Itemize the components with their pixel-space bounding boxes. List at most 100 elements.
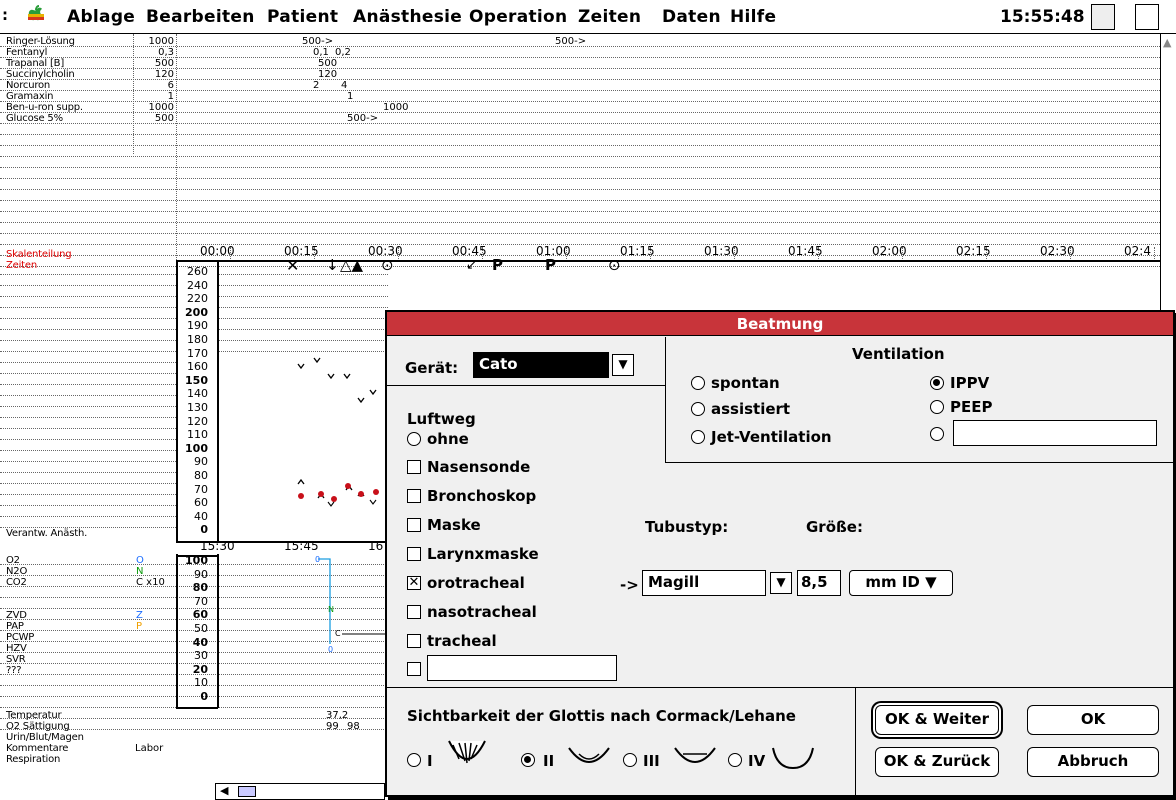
option-orotracheal[interactable]: orotracheal	[427, 574, 525, 592]
option-nasensonde[interactable]: Nasensonde	[427, 458, 530, 476]
checkbox-nasensonde[interactable]	[407, 460, 421, 474]
glottis-iv-label[interactable]: IV	[748, 752, 765, 770]
vitals-scale-value: 150	[185, 373, 208, 387]
intubation-marker: ✕	[286, 256, 300, 275]
menu-anaesthesie[interactable]: Anästhesie	[353, 7, 462, 27]
option-bronchoskop[interactable]: Bronchoskop	[427, 487, 536, 505]
menu-ablage[interactable]: Ablage	[67, 7, 135, 27]
radio-glottis-i[interactable]	[407, 753, 421, 767]
unit-popup[interactable]: mm ID ▼	[849, 570, 953, 596]
menu-separator: :	[2, 6, 9, 24]
verantw-label: Verantw. Anästh.	[6, 528, 88, 539]
balloon-help-icon[interactable]	[1135, 4, 1159, 30]
parameter-label: CO2	[6, 577, 27, 588]
option-peep[interactable]: PEEP	[950, 398, 992, 416]
parameter-label: N2O	[6, 566, 28, 577]
option-larynxmaske[interactable]: Larynxmaske	[427, 545, 539, 563]
checkbox-bronchoskop[interactable]	[407, 489, 421, 503]
circle-dot-marker: ⊙	[608, 256, 621, 274]
abbruch-button[interactable]: Abbruch	[1027, 747, 1159, 777]
parameter-key: C x10	[136, 577, 165, 588]
vitals-scale-value: 260	[187, 265, 208, 278]
glottis-label: Sichtbarkeit der Glottis nach Cormack/Le…	[407, 707, 796, 725]
menu-zeiten[interactable]: Zeiten	[578, 7, 641, 27]
option-ohne[interactable]: ohne	[427, 430, 469, 448]
parameter-label: PAP	[6, 621, 24, 632]
ok-weiter-button[interactable]: OK & Weiter	[875, 705, 999, 735]
radio-assistiert[interactable]	[691, 402, 705, 416]
tubustyp-label: Tubustyp:	[645, 518, 729, 536]
checkbox-other-luftweg[interactable]	[407, 662, 421, 676]
bottom-label: Temperatur	[6, 710, 62, 721]
glottis-i-label[interactable]: I	[427, 752, 433, 770]
ok-button[interactable]: OK	[1027, 705, 1159, 735]
lower-scale-value: 60	[192, 608, 208, 622]
svg-text:C: C	[335, 629, 341, 638]
radio-peep[interactable]	[930, 400, 944, 414]
p-marker: P	[492, 256, 503, 274]
radio-glottis-ii[interactable]	[521, 753, 535, 767]
scroll-left-arrow-icon[interactable]: ◀	[220, 784, 228, 797]
vitals-scale-value: 0	[200, 523, 208, 537]
radio-ohne[interactable]	[407, 432, 421, 446]
menu-hilfe[interactable]: Hilfe	[730, 7, 776, 27]
glottis-iii-label[interactable]: III	[643, 752, 660, 770]
other-luftweg-input[interactable]	[427, 655, 617, 681]
horizontal-scrollbar[interactable]: ◀	[215, 783, 385, 800]
radio-other-ventilation[interactable]	[930, 427, 944, 441]
lower-scale-value: 80	[192, 581, 208, 595]
tubustyp-dropdown-icon[interactable]: ▼	[770, 572, 792, 594]
groesse-input[interactable]: 8,5	[797, 570, 841, 596]
menu-bar: : Ablage Bearbeiten Patient Anästhesie O…	[0, 0, 1176, 34]
parameter-key: P	[136, 621, 143, 632]
option-jet-ventilation[interactable]: Jet-Ventilation	[711, 428, 832, 446]
tubustyp-select[interactable]: Magill	[642, 570, 766, 596]
luftweg-label: Luftweg	[407, 410, 476, 428]
option-spontan[interactable]: spontan	[711, 374, 780, 392]
beatmung-dialog: Beatmung Gerät: Cato ▼ Ventilation spont…	[385, 310, 1176, 797]
checkbox-larynxmaske[interactable]	[407, 547, 421, 561]
skalenteilung-label: Skalenteilung	[6, 249, 72, 260]
option-maske[interactable]: Maske	[427, 516, 481, 534]
radio-ippv[interactable]	[930, 376, 944, 390]
app-switcher-icon[interactable]	[1091, 4, 1115, 30]
menu-patient[interactable]: Patient	[267, 7, 338, 27]
svg-text:N: N	[328, 605, 334, 614]
vitals-plot	[297, 357, 379, 507]
option-tracheal[interactable]: tracheal	[427, 632, 497, 650]
radio-jet-ventilation[interactable]	[691, 430, 705, 444]
checkbox-maske[interactable]	[407, 518, 421, 532]
vitals-scale-value: 40	[194, 509, 208, 523]
radio-spontan[interactable]	[691, 376, 705, 390]
kommentare-value: Labor	[135, 743, 164, 754]
vitals-scale-value: 190	[187, 319, 208, 333]
radio-glottis-iv[interactable]	[728, 753, 742, 767]
vitals-scale-value: 70	[194, 482, 208, 496]
geraet-select[interactable]: Cato	[473, 352, 609, 378]
bottom-label: Respiration	[6, 754, 61, 765]
menu-daten[interactable]: Daten	[662, 7, 721, 27]
arrow-marker: ↙	[466, 258, 477, 273]
checkbox-tracheal[interactable]	[407, 634, 421, 648]
menu-operation[interactable]: Operation	[469, 7, 567, 27]
option-nasotracheal[interactable]: nasotracheal	[427, 603, 537, 621]
unit-value: mm ID	[865, 573, 920, 591]
glottis-ii-label[interactable]: II	[543, 752, 554, 770]
apple-menu-icon[interactable]	[26, 4, 46, 31]
scroll-up-arrow-icon[interactable]: ▲	[1163, 36, 1171, 49]
option-assistiert[interactable]: assistiert	[711, 400, 790, 418]
scroll-thumb[interactable]	[238, 786, 256, 797]
ok-zurueck-button[interactable]: OK & Zurück	[875, 747, 999, 777]
geraet-dropdown-icon[interactable]: ▼	[612, 354, 634, 376]
arrow-indicator: ->	[620, 576, 639, 594]
vitals-scale-value: 120	[187, 414, 208, 428]
option-ippv[interactable]: IPPV	[950, 374, 989, 392]
menu-bearbeiten[interactable]: Bearbeiten	[146, 7, 255, 27]
checkbox-nasotracheal[interactable]	[407, 605, 421, 619]
lower-scale-value: 70	[194, 594, 208, 608]
other-ventilation-input[interactable]	[953, 420, 1157, 446]
checkbox-orotracheal[interactable]: ✕	[407, 576, 421, 590]
parameter-key: Z	[136, 610, 143, 621]
lower-scale-value: 40	[192, 635, 208, 649]
radio-glottis-iii[interactable]	[623, 753, 637, 767]
